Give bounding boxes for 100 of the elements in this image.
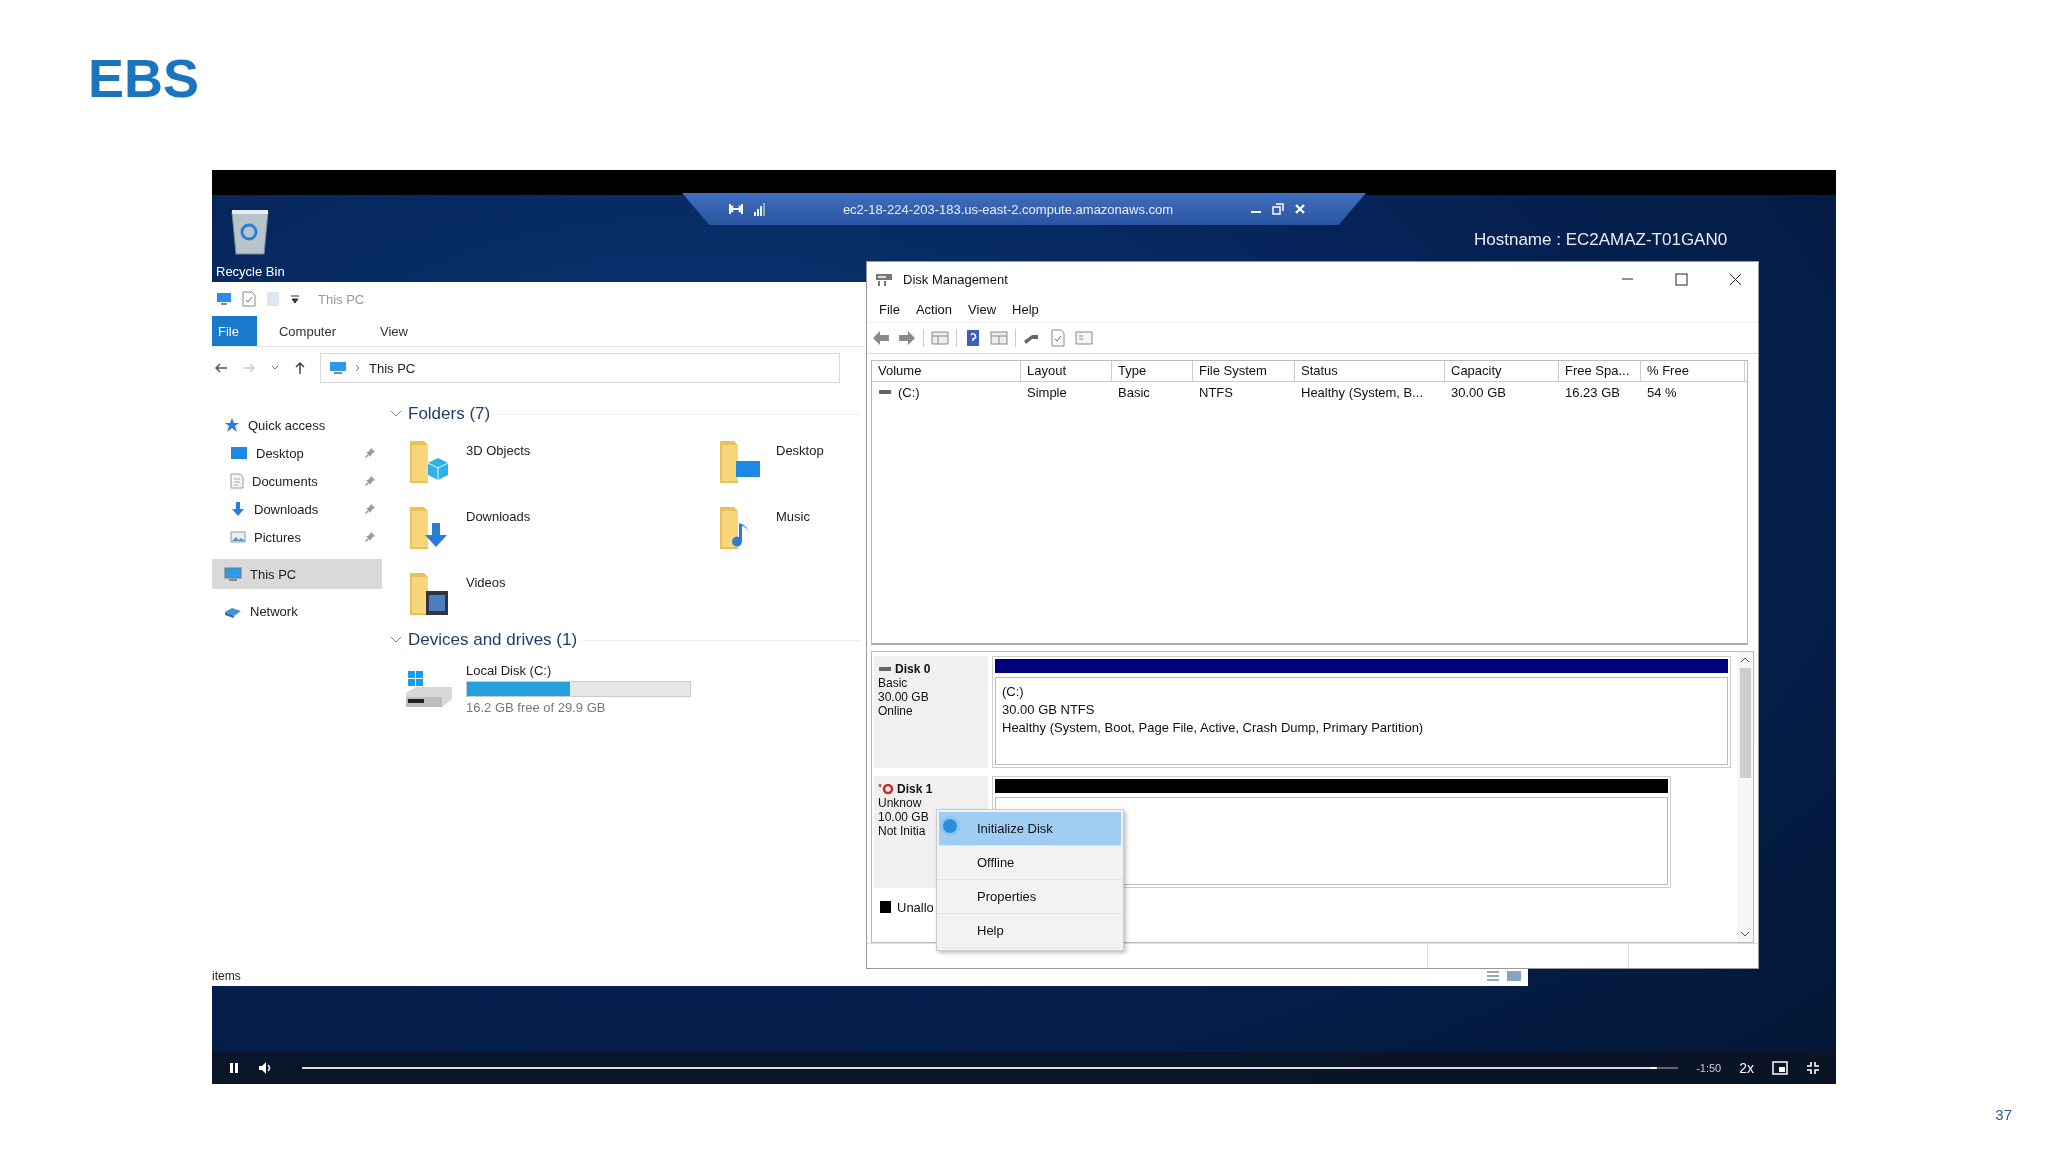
context-menu-item[interactable]: Properties — [937, 880, 1123, 914]
chevron-down-icon[interactable] — [390, 410, 402, 418]
nav-item[interactable]: This PC — [212, 559, 382, 589]
screen-icon — [230, 446, 248, 460]
tiles-view-icon[interactable] — [1506, 970, 1522, 982]
disk-management-icon — [875, 271, 895, 287]
column-header[interactable]: % Free — [1641, 361, 1745, 381]
disk-detail: Unknow — [878, 796, 922, 810]
signal-icon — [754, 202, 766, 216]
fullscreen-icon[interactable] — [1806, 1061, 1820, 1075]
table-cell: Basic — [1118, 384, 1150, 400]
legend-label: Unallo — [897, 899, 934, 915]
context-menu-item[interactable]: Offline — [937, 846, 1123, 880]
details-view-icon[interactable] — [1486, 970, 1500, 982]
nav-item[interactable]: Pictures — [212, 523, 301, 551]
disk-name: Disk 1 — [897, 782, 933, 796]
partition-title: (C:) — [1002, 684, 1025, 699]
menu-item[interactable]: File — [873, 301, 906, 317]
download-icon — [230, 501, 246, 517]
table-cell: 54 % — [1647, 384, 1677, 400]
ribbon-tab[interactable]: Computer — [256, 316, 359, 346]
chevron-right-icon — [355, 364, 361, 372]
column-header[interactable]: Capacity — [1445, 361, 1559, 381]
computer-icon[interactable] — [216, 292, 232, 306]
nav-item[interactable]: Desktop — [212, 439, 304, 467]
window-title: This PC — [318, 291, 365, 307]
disk-detail: 10.00 GB — [878, 810, 929, 824]
table-icon[interactable] — [930, 329, 950, 347]
folder-name[interactable]: Music — [776, 503, 810, 524]
checklist-icon[interactable] — [1048, 329, 1068, 347]
column-header[interactable]: Free Spa... — [1559, 361, 1641, 381]
scrollbar[interactable] — [1737, 652, 1753, 942]
ribbon-tab[interactable]: File — [212, 316, 257, 346]
document-icon — [230, 473, 244, 489]
up-arrow-icon[interactable] — [294, 361, 306, 375]
partition-detail: Healthy (System, Boot, Page File, Active, Crash Dump, Primary Partition) — [1002, 720, 1425, 735]
chevron-down-icon[interactable] — [390, 636, 402, 644]
folder-name[interactable]: 3D Objects — [466, 437, 531, 458]
context-menu-item[interactable]: Help — [937, 914, 1123, 948]
column-header[interactable]: Volume — [872, 361, 1021, 381]
folder-name[interactable]: Desktop — [776, 437, 824, 458]
partition-detail: 30.00 GB NTFS — [1002, 702, 1096, 717]
nav-item[interactable]: Quick access — [212, 411, 382, 439]
menu-item[interactable]: Help — [1006, 301, 1045, 317]
checklist-icon[interactable] — [242, 291, 256, 307]
star-icon — [224, 417, 240, 433]
address-bar[interactable]: This PC — [320, 353, 840, 383]
column-header[interactable]: Layout — [1021, 361, 1112, 381]
back-arrow-icon[interactable] — [871, 329, 891, 347]
nav-item[interactable]: Downloads — [212, 495, 319, 523]
window-title: Disk Management — [903, 271, 1008, 287]
folder-name[interactable]: Downloads — [466, 503, 531, 524]
table-cell: 16.23 GB — [1565, 384, 1620, 400]
disk-detail: Online — [878, 704, 913, 718]
address-text: This PC — [369, 360, 416, 376]
slide-title: EBS — [87, 47, 201, 110]
picture-icon — [230, 530, 246, 544]
disk-name: Disk 0 — [895, 662, 931, 676]
back-arrow-icon[interactable] — [214, 362, 228, 374]
time-remaining: -1:50 — [1696, 1062, 1722, 1074]
speed-button[interactable]: 2x — [1739, 1060, 1754, 1076]
nav-item[interactable]: Network — [212, 597, 382, 625]
hostname-label: Hostname : EC2AMAZ-T01GAN0 — [1474, 230, 1728, 250]
forward-arrow-icon[interactable] — [897, 329, 917, 347]
table-cell: Healthy (System, B... — [1301, 384, 1424, 400]
menu-item[interactable]: Action — [909, 301, 959, 317]
table-cell: Simple — [1027, 384, 1067, 400]
disk-label-panel[interactable]: Disk 0 Basic 30.00 GB Online — [874, 656, 988, 768]
panel-icon[interactable] — [1074, 329, 1094, 347]
ribbon-tab[interactable]: View — [358, 316, 430, 346]
table-cell: 30.00 GB — [1451, 384, 1506, 400]
picture-in-picture-icon[interactable] — [1772, 1061, 1788, 1075]
context-menu-item[interactable]: Initialize Disk — [939, 812, 1121, 846]
disk-detail: 30.00 GB — [878, 690, 929, 704]
partition-block[interactable]: (C:) 30.00 GB NTFS Healthy (System, Boot, Page File, Active, Crash Dump, Primary Partition) — [992, 656, 1731, 768]
chevron-down-icon[interactable] — [270, 364, 280, 372]
menu-item[interactable]: View — [962, 301, 1003, 317]
column-header[interactable]: File System — [1193, 361, 1295, 381]
table-icon[interactable] — [989, 329, 1009, 347]
free-space-text: 16.2 GB free of 29.9 GB — [466, 700, 607, 715]
pause-icon[interactable] — [228, 1062, 240, 1074]
scroll-down-icon[interactable] — [1740, 930, 1750, 938]
caret-icon[interactable] — [290, 294, 300, 304]
page-number: 37 — [1995, 1106, 2012, 1123]
scroll-up-icon[interactable] — [1740, 656, 1750, 664]
group-heading[interactable]: Folders (7) — [408, 404, 491, 424]
restore-icon[interactable] — [1272, 203, 1284, 215]
group-heading[interactable]: Devices and drives (1) — [408, 630, 578, 650]
volume-icon — [878, 389, 892, 395]
desktop-icon-label[interactable]: Recycle Bin — [216, 264, 285, 279]
host-name: ec2-18-224-203-183.us-east-2.compute.amazonaws.com — [841, 201, 1175, 217]
computer-icon — [329, 361, 347, 375]
nav-item[interactable]: Documents — [212, 467, 318, 495]
item-count: items — [212, 969, 241, 983]
disk-detail: Not Initia — [878, 824, 926, 838]
drive-name[interactable]: Local Disk (C:) — [466, 663, 691, 678]
column-header[interactable]: Type — [1112, 361, 1193, 381]
folder-name[interactable]: Videos — [466, 569, 506, 590]
close-icon[interactable] — [1294, 203, 1306, 215]
column-header[interactable]: Status — [1295, 361, 1445, 381]
